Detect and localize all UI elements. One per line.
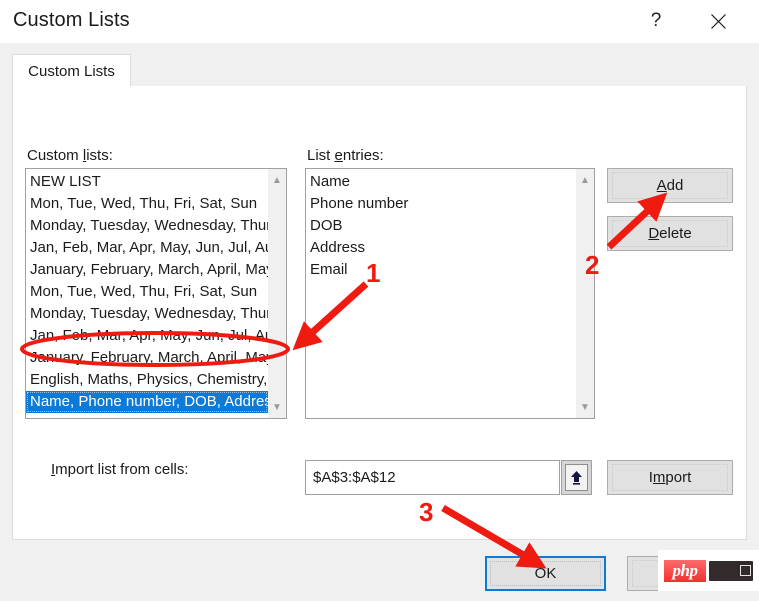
list-entries-rows: NamePhone numberDOBAddressEmail xyxy=(306,169,576,418)
label-part: List xyxy=(307,147,335,164)
custom-list-item-row[interactable]: Name, Phone number, DOB, Address, Email xyxy=(26,391,268,413)
custom-lists-listbox[interactable]: NEW LISTMon, Tue, Wed, Thu, Fri, Sat, Su… xyxy=(25,168,287,419)
custom-list-item-row[interactable]: Jan, Feb, Mar, Apr, May, Jun, Jul, Aug, … xyxy=(26,237,268,259)
custom-list-item-row[interactable]: English, Maths, Physics, Chemistry, Biol… xyxy=(26,369,268,391)
focus-dots xyxy=(490,561,601,586)
custom-list-item-row[interactable]: Monday, Tuesday, Wednesday, Thursday, Fr… xyxy=(26,303,268,325)
scroll-down-icon[interactable]: ▼ xyxy=(268,398,286,416)
delete-button[interactable]: Delete xyxy=(607,216,733,251)
custom-list-item-row[interactable]: Monday, Tuesday, Wednesday, Thursday, Fr… xyxy=(26,215,268,237)
watermark-glyph-icon xyxy=(740,565,751,576)
label-part: mport list from cells: xyxy=(55,461,188,478)
label-part: ists: xyxy=(86,147,113,164)
scroll-down-icon[interactable]: ▼ xyxy=(576,398,594,416)
import-button-label: Import xyxy=(649,469,692,486)
import-range-value: $A$3:$A$12 xyxy=(313,469,396,486)
tab-label: Custom Lists xyxy=(28,63,115,80)
label-accel: m xyxy=(653,469,666,486)
watermark: php xyxy=(658,550,759,591)
annotation-number-1: 1 xyxy=(366,258,380,289)
range-picker-button[interactable] xyxy=(561,460,592,495)
custom-list-item-row[interactable]: Jan, Feb, Mar, Apr, May, Jun, Jul, Aug, … xyxy=(26,325,268,347)
custom-lists-scrollbar[interactable]: ▲ ▼ xyxy=(268,169,286,418)
label-part: dd xyxy=(667,177,684,194)
up-arrow-icon xyxy=(570,470,583,485)
list-entry-item-row[interactable]: Phone number xyxy=(306,193,576,215)
custom-list-item-row[interactable]: NEW LIST xyxy=(26,171,268,193)
custom-lists-label: Custom lists: xyxy=(27,147,113,164)
custom-list-item-row[interactable]: Mon, Tue, Wed, Thu, Fri, Sat, Sun xyxy=(26,193,268,215)
dialog-footer: OK xyxy=(0,540,759,601)
add-button-label: Add xyxy=(657,177,684,194)
list-entry-item-row[interactable]: Name xyxy=(306,171,576,193)
list-entry-item-row[interactable]: Address xyxy=(306,237,576,259)
custom-lists-rows: NEW LISTMon, Tue, Wed, Thu, Fri, Sat, Su… xyxy=(26,169,268,418)
custom-list-item-row[interactable]: January, February, March, April, May, Ju… xyxy=(26,347,268,369)
import-button[interactable]: Import xyxy=(607,460,733,495)
close-button[interactable] xyxy=(700,4,736,38)
label-part: ntries: xyxy=(343,147,384,164)
page-title: Custom Lists xyxy=(13,9,130,32)
range-picker-inner xyxy=(565,464,588,491)
list-entries-scrollbar[interactable]: ▲ ▼ xyxy=(576,169,594,418)
add-button[interactable]: Add xyxy=(607,168,733,203)
import-list-label: Import list from cells: xyxy=(51,461,189,478)
annotation-number-2: 2 xyxy=(585,250,599,281)
php-logo: php xyxy=(664,560,706,582)
scroll-up-icon[interactable]: ▲ xyxy=(268,171,286,189)
watermark-badge xyxy=(709,561,753,581)
list-entries-listbox[interactable]: NamePhone numberDOBAddressEmail ▲ ▼ xyxy=(305,168,595,419)
list-entry-item-row[interactable]: Email xyxy=(306,259,576,281)
list-entry-item-row[interactable]: DOB xyxy=(306,215,576,237)
ok-button[interactable]: OK xyxy=(485,556,606,591)
label-accel: e xyxy=(335,147,343,164)
label-part: port xyxy=(665,469,691,486)
label-accel: A xyxy=(657,177,667,194)
tab-strip: Custom Lists xyxy=(12,54,747,87)
label-part: Custom xyxy=(27,147,83,164)
scroll-up-icon[interactable]: ▲ xyxy=(576,171,594,189)
close-x-icon xyxy=(710,13,727,30)
dialog-body: Custom Lists Custom lists: List entries:… xyxy=(0,43,759,540)
import-range-input[interactable]: $A$3:$A$12 xyxy=(305,460,560,495)
custom-list-item-row[interactable]: Mon, Tue, Wed, Thu, Fri, Sat, Sun xyxy=(26,281,268,303)
annotation-number-3: 3 xyxy=(419,497,433,528)
delete-button-label: Delete xyxy=(648,225,691,242)
label-accel: D xyxy=(648,225,659,242)
tab-custom-lists[interactable]: Custom Lists xyxy=(12,54,131,87)
help-button[interactable]: ? xyxy=(638,4,674,38)
scrollbar-thumb[interactable] xyxy=(269,189,285,398)
title-bar: Custom Lists ? xyxy=(0,0,759,43)
list-entries-label: List entries: xyxy=(307,147,384,164)
custom-list-item-row[interactable]: January, February, March, April, May, Ju… xyxy=(26,259,268,281)
label-part: elete xyxy=(659,225,692,242)
scrollbar-thumb[interactable] xyxy=(577,189,593,398)
question-mark-icon: ? xyxy=(651,10,662,32)
